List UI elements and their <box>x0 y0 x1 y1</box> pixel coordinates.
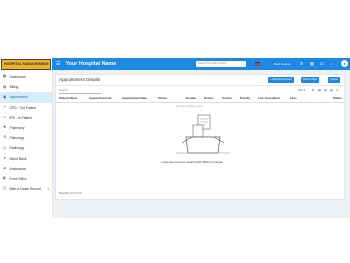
col-phone[interactable]: Phone <box>158 96 167 100</box>
sidebar-item-birth-death-record[interactable]: ◫ Birth & Death Record ▾ <box>0 184 52 194</box>
sidebar-item-pharmacy[interactable]: ✚ Pharmacy <box>0 123 52 133</box>
sidebar-item-label: Radiology <box>9 146 25 151</box>
hospital-name: Your Hospital Name <box>65 61 117 67</box>
print-icon[interactable]: ⎙ <box>336 88 338 92</box>
language-flag-icon[interactable] <box>255 62 260 66</box>
table-search-input[interactable]: Search... <box>59 88 101 94</box>
sidebar-item-front-office[interactable]: ◧ Front Office <box>0 174 52 184</box>
sidebar-item-billing[interactable]: ▤ Billing <box>0 82 52 92</box>
bed-icon: ▭ <box>3 115 7 120</box>
copy-icon[interactable]: ⧉ <box>312 88 314 92</box>
col-doctor[interactable]: Doctor <box>204 96 213 100</box>
sidebar-item-radiology[interactable]: ◎ Radiology <box>0 143 52 153</box>
current-user-label[interactable]: Ravi Gowne <box>274 61 290 68</box>
hospital-logo: HOSPITAL MANAGEMENT <box>1 59 51 70</box>
excel-icon[interactable]: ▤ <box>318 88 321 92</box>
records-count: Records: 0 to 0 of 0 <box>59 192 82 195</box>
col-patient-name[interactable]: Patient Name <box>59 96 77 100</box>
sidebar-item-ambulance[interactable]: ▰ Ambulance <box>0 164 52 174</box>
search-icon[interactable]: ⌕ <box>243 61 245 67</box>
col-source[interactable]: Source <box>222 96 232 100</box>
col-appointment-date[interactable]: Appointment Date <box>122 96 147 100</box>
no-data-message: No data available in table <box>176 105 203 108</box>
notification-bell-icon[interactable]: ♪ <box>330 61 332 67</box>
hamburger-menu-icon[interactable]: ☰ <box>56 61 60 67</box>
user-avatar[interactable]: ● <box>341 60 348 67</box>
sidebar-item-label: Pharmacy <box>9 126 25 131</box>
billing-icon: ▤ <box>3 84 7 89</box>
pathology-icon: ⚗ <box>3 135 7 140</box>
sidebar-item-blood-bank[interactable]: ● Blood Bank <box>0 154 52 164</box>
col-appointment-no[interactable]: Appointment No <box>89 96 111 100</box>
sidebar-item-opd-out-patient[interactable]: ♱ OPD - Out Patient <box>0 103 52 113</box>
radiology-icon: ◎ <box>3 145 7 150</box>
sidebar-item-label: Blood Bank <box>9 156 27 161</box>
whatsapp-icon[interactable]: ✆ <box>300 61 303 67</box>
ambulance-icon: ▰ <box>3 166 7 171</box>
pharmacy-icon: ✚ <box>3 125 7 130</box>
empty-state-illustration <box>176 114 230 154</box>
sidebar-item-label: Dashboard <box>9 75 26 80</box>
blood-drop-icon: ● <box>3 155 6 160</box>
empty-state-hint: + Add new record or search with differen… <box>160 160 223 164</box>
appointment-icon: ▣ <box>3 94 7 99</box>
sidebar-item-label: Pathology <box>9 136 25 141</box>
add-appointment-button[interactable]: + Add Appointment <box>268 77 294 83</box>
pdf-icon[interactable]: ▧ <box>330 88 333 92</box>
sidebar-item-label: Birth & Death Record <box>9 187 41 192</box>
col-gender[interactable]: Gender <box>186 96 196 100</box>
sidebar-item-dashboard[interactable]: ▦ Dashboard <box>0 72 52 82</box>
calendar-icon[interactable]: ▦ <box>310 61 314 67</box>
sidebar-item-label: Ambulance <box>9 166 27 171</box>
col-live-consultant[interactable]: Live Consultant <box>258 96 280 100</box>
sidebar-item-label: OPD - Out Patient <box>9 105 37 110</box>
col-priority[interactable]: Priority <box>240 96 250 100</box>
dashboard-icon: ▦ <box>3 74 7 79</box>
tasks-icon[interactable]: ☑ <box>320 61 324 67</box>
top-header: ☰ Your Hospital Name Search By Patient N… <box>52 58 350 70</box>
queue-button[interactable]: Queue <box>328 77 340 83</box>
sidebar-item-appointment[interactable]: ▣ Appointment <box>0 92 52 103</box>
sidebar: HOSPITAL MANAGEMENT ▦ Dashboard ▤ Billing ▣ A… <box>0 58 53 218</box>
appointment-panel: Appointment Details + Add Appointment Do… <box>55 74 345 200</box>
sidebar-item-ipd-in-patient[interactable]: ▭ IPD - In Patient <box>0 113 52 123</box>
chevron-down-icon: ▾ <box>47 187 49 192</box>
table-header: Patient Name Appointment No Appointment … <box>56 95 344 103</box>
sidebar-item-label: IPD - In Patient <box>9 115 32 120</box>
patient-search-input[interactable]: Search By Patient Name ⌕ <box>196 61 246 67</box>
sidebar-item-label: Billing <box>9 85 19 90</box>
sidebar-nav: ▦ Dashboard ▤ Billing ▣ Appointment ♱ OPD - Out… <box>0 72 52 194</box>
app-frame: HOSPITAL MANAGEMENT ▦ Dashboard ▤ Billing ▣ A… <box>0 58 350 218</box>
front-office-icon: ◧ <box>3 176 7 181</box>
rows-per-page-select[interactable]: 100 ▾ <box>298 88 305 92</box>
page-title: Appointment Details <box>59 77 101 82</box>
sidebar-item-label: Front Office <box>9 176 27 181</box>
divider <box>56 85 344 86</box>
sidebar-item-label: Appointment <box>9 95 29 100</box>
doctor-wise-button[interactable]: Doctor Wise <box>301 77 320 83</box>
col-status[interactable]: Status <box>333 96 342 100</box>
csv-icon[interactable]: ▥ <box>324 88 327 92</box>
sidebar-item-pathology[interactable]: ⚗ Pathology <box>0 133 52 143</box>
stethoscope-icon: ♱ <box>3 104 7 109</box>
col-fees[interactable]: Fees <box>290 96 297 100</box>
record-icon: ◫ <box>3 186 7 191</box>
